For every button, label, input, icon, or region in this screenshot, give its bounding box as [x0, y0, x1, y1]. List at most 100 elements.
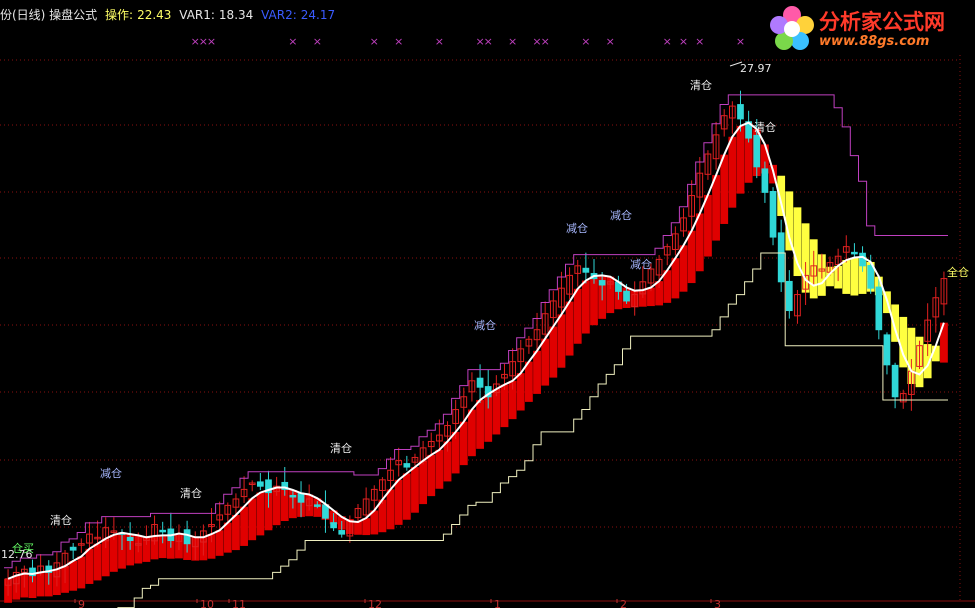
candle-body — [476, 377, 484, 388]
band-bar — [468, 409, 476, 457]
signal-label-clear: 清仓 — [50, 513, 72, 527]
signal-label-full: 全仓 — [947, 265, 969, 279]
signal-marker: × — [736, 35, 745, 48]
band-bar — [549, 326, 558, 378]
x-axis-tick: 12 — [368, 598, 382, 608]
signal-marker: × — [508, 35, 517, 48]
band-bar — [573, 288, 582, 344]
price-chart: ××× × × × × × ×× × ×× × × × × × ×27.9712.76减仓清仓清仓清仓减仓减… — [0, 35, 975, 608]
signal-marker: × — [207, 35, 216, 48]
band-bar — [704, 194, 712, 257]
signal-label-reduce: 减仓 — [610, 208, 632, 222]
band-bar — [557, 314, 566, 368]
x-axis-tick: 3 — [714, 598, 721, 608]
band-bar — [671, 258, 680, 299]
signal-marker: × — [679, 35, 688, 48]
band-bar — [687, 230, 696, 284]
signal-label-reduce: 减仓 — [630, 257, 652, 271]
price-high-label: 27.97 — [740, 62, 772, 75]
candle-body — [851, 251, 858, 255]
candle-body — [753, 134, 761, 168]
candle-body — [330, 522, 337, 529]
band-bar — [93, 543, 102, 581]
candle-body — [256, 481, 264, 487]
chart-window: 份(日线) 操盘公式 操作: 22.43 VAR1: 18.34 VAR2: 24.1… — [0, 0, 975, 608]
band-bar — [736, 125, 745, 194]
signal-label-reduce: 减仓 — [566, 221, 588, 235]
signal-label-clear: 清仓 — [180, 486, 202, 500]
band-bar — [720, 154, 729, 224]
candle-body — [69, 546, 77, 551]
band-bar — [77, 556, 86, 589]
candle-body — [183, 529, 191, 545]
band-bar — [581, 280, 590, 334]
band-bar — [695, 213, 704, 272]
band-bar — [842, 260, 851, 294]
band-bar — [541, 338, 550, 386]
band-bar — [427, 454, 436, 497]
candle-body — [777, 232, 785, 283]
candle-body — [159, 529, 167, 533]
signal-marker: × — [484, 35, 493, 48]
signal-marker: × — [541, 35, 550, 48]
band-bar — [69, 560, 78, 591]
signal-marker: × — [370, 35, 379, 48]
band-bar — [850, 257, 859, 296]
band-bar — [402, 473, 411, 520]
band-bar — [435, 449, 444, 489]
signal-marker: × — [663, 35, 672, 48]
x-axis-tick: 11 — [232, 598, 246, 608]
signal-marker: × — [313, 35, 322, 48]
band-bar — [712, 175, 720, 241]
candle-body — [126, 536, 134, 542]
band-bar — [728, 136, 737, 208]
band-bar — [223, 522, 232, 553]
candle-body — [785, 280, 793, 312]
band-bar — [459, 421, 468, 466]
signal-label-reduce: 减仓 — [100, 466, 122, 480]
signal-marker: × — [581, 35, 590, 48]
band-bar — [354, 521, 362, 535]
candle-body — [859, 252, 866, 267]
band-bar — [36, 572, 45, 597]
signal-label-buy: 仓买 — [12, 541, 34, 555]
signal-marker: × — [695, 35, 704, 48]
band-bar — [419, 460, 428, 505]
signal-label-reduce: 减仓 — [474, 318, 496, 332]
band-bar — [394, 479, 403, 525]
band-bar — [248, 498, 257, 541]
signal-marker: × — [288, 35, 297, 48]
band-bar — [109, 534, 118, 572]
candle-body — [598, 280, 606, 286]
signal-label-clear: 清仓 — [330, 441, 352, 455]
candle-body — [761, 168, 769, 193]
candle-body — [737, 104, 744, 120]
candle-body — [403, 463, 411, 468]
band-bar — [232, 514, 240, 551]
band-bar — [362, 518, 371, 536]
band-bar — [476, 399, 484, 449]
signal-label-clear: 清仓 — [690, 78, 712, 92]
band-bar — [679, 245, 688, 292]
candle-body — [313, 504, 321, 507]
logo-url-text: www.88gs.com — [819, 34, 930, 49]
candle-body — [297, 492, 305, 503]
band-bar — [215, 530, 224, 556]
band-bar — [565, 301, 574, 356]
signal-marker: × — [435, 35, 444, 48]
band-bar — [785, 191, 794, 251]
candle-body — [883, 334, 891, 366]
candle-body — [891, 364, 899, 398]
x-axis-tick: 9 — [78, 598, 85, 608]
candle-body — [289, 494, 297, 498]
signal-marker: × — [606, 35, 615, 48]
signal-label-clear: 清仓 — [754, 120, 776, 134]
flower-icon — [770, 6, 814, 50]
band-bar — [533, 350, 541, 394]
x-axis-tick: 2 — [620, 598, 627, 608]
band-bar — [411, 467, 419, 513]
x-axis-tick: 10 — [200, 598, 214, 608]
band-bar — [516, 373, 525, 411]
band-bar — [386, 489, 395, 530]
band-bar — [85, 548, 94, 584]
